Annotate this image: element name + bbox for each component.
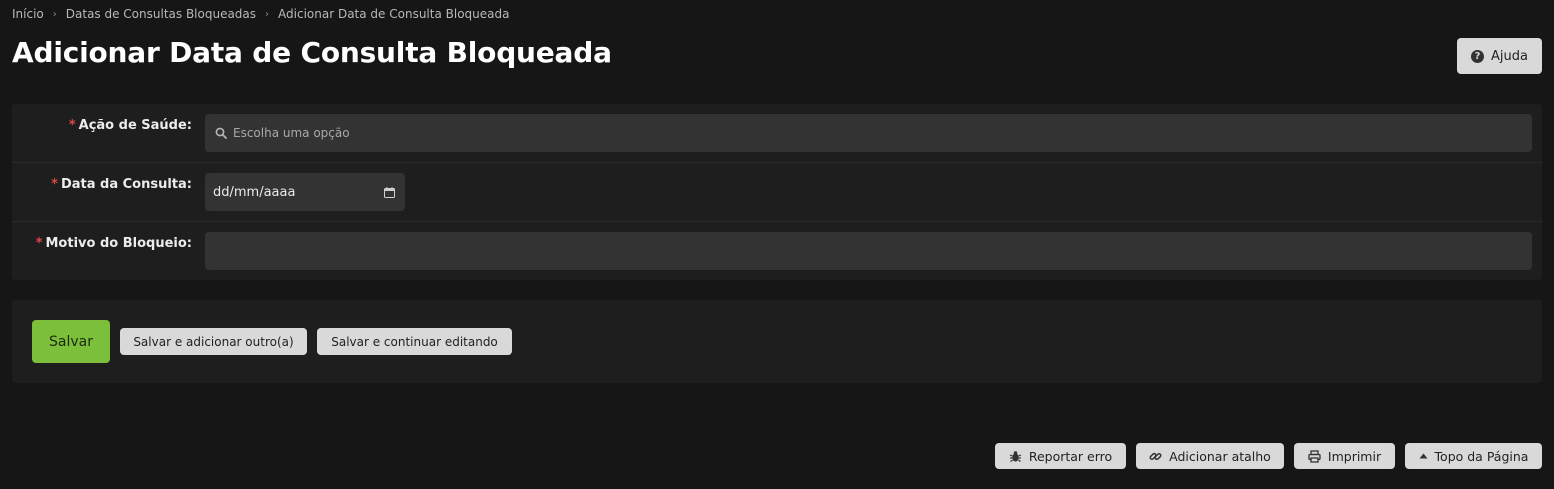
breadcrumb-separator-icon: › [265, 8, 270, 20]
data-consulta-label: * Data da Consulta: [51, 177, 192, 192]
add-shortcut-button[interactable]: Adicionar atalho [1136, 443, 1284, 469]
link-icon [1149, 450, 1162, 463]
acao-saude-label: * Ação de Saúde: [68, 118, 192, 133]
breadcrumb-current: Adicionar Data de Consulta Bloqueada [278, 7, 510, 21]
breadcrumb: Início › Datas de Consultas Bloqueadas ›… [12, 6, 509, 22]
help-button-label: Ajuda [1491, 48, 1528, 64]
printer-icon [1308, 449, 1321, 463]
form-panel: * Ação de Saúde: Escolha uma opção * Data … [12, 104, 1542, 280]
form-row-acao-saude: * Ação de Saúde: Escolha uma opção [12, 104, 1542, 163]
calendar-icon[interactable] [384, 183, 395, 202]
save-button[interactable]: Salvar [32, 320, 110, 363]
print-button[interactable]: Imprimir [1294, 443, 1395, 469]
form-row-data-consulta: * Data da Consulta: dd/mm/aaaa [12, 163, 1542, 222]
motivo-bloqueio-input[interactable] [205, 232, 1532, 270]
required-marker: * [51, 177, 58, 192]
breadcrumb-list-link[interactable]: Datas de Consultas Bloqueadas [66, 7, 256, 21]
bug-icon [1009, 450, 1022, 463]
report-error-button[interactable]: Reportar erro [995, 443, 1126, 469]
motivo-bloqueio-label: * Motivo do Bloqueio: [35, 236, 192, 251]
search-icon [215, 124, 227, 143]
form-row-motivo-bloqueio: * Motivo do Bloqueio: [12, 222, 1542, 280]
actions-panel: Salvar Salvar e adicionar outro(a) Salva… [12, 300, 1542, 383]
help-button[interactable]: ? Ajuda [1457, 38, 1542, 74]
add-shortcut-label: Adicionar atalho [1169, 448, 1271, 464]
top-of-page-button[interactable]: Topo da Página [1405, 443, 1542, 469]
save-and-continue-button[interactable]: Salvar e continuar editando [317, 328, 512, 355]
required-marker: * [68, 118, 76, 133]
acao-saude-select[interactable]: Escolha uma opção [205, 114, 1532, 152]
required-marker: * [35, 236, 43, 251]
page: Início › Datas de Consultas Bloqueadas ›… [0, 0, 1554, 489]
page-title: Adicionar Data de Consulta Bloqueada [12, 36, 612, 69]
caret-up-icon [1419, 453, 1428, 459]
report-error-label: Reportar erro [1028, 448, 1113, 464]
save-and-add-another-button[interactable]: Salvar e adicionar outro(a) [120, 328, 307, 355]
question-circle-icon: ? [1471, 49, 1485, 63]
data-consulta-value: dd/mm/aaaa [213, 184, 296, 200]
breadcrumb-home-link[interactable]: Início [12, 7, 44, 21]
data-consulta-date-input[interactable]: dd/mm/aaaa [205, 173, 405, 211]
acao-saude-placeholder: Escolha uma opção [233, 126, 350, 140]
print-label: Imprimir [1327, 448, 1382, 464]
breadcrumb-separator-icon: › [52, 8, 57, 20]
top-of-page-label: Topo da Página [1434, 448, 1529, 464]
